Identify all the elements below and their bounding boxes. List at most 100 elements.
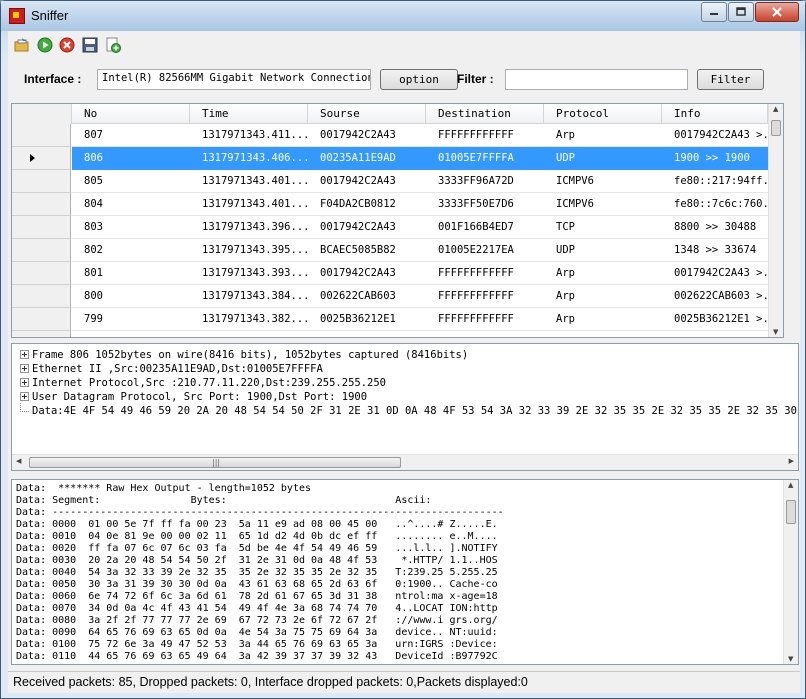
- col-header-protocol[interactable]: Protocol: [544, 104, 662, 124]
- cell-info: 8800 >> 30488: [674, 221, 757, 233]
- hex-line: Data: ----------------------------------…: [16, 507, 504, 518]
- cell-protocol: Arp: [556, 267, 575, 279]
- tree-node-ip[interactable]: Internet Protocol,Src :210.77.11.220,Dst…: [20, 376, 386, 390]
- scroll-down-icon[interactable]: ▼: [773, 328, 778, 336]
- table-row[interactable]: 806 1317971343.406... 00235A11E9AD 01005E7F…: [12, 147, 783, 170]
- tree-node-label: Internet Protocol,Src :210.77.11.220,Dst…: [32, 377, 387, 389]
- cell-info: 002622CAB603 >...: [674, 290, 768, 302]
- row-header[interactable]: [12, 147, 71, 170]
- scroll-left-icon[interactable]: ◀: [16, 457, 21, 465]
- cell-info: 0017942C2A43 >...: [674, 267, 768, 279]
- hex-line: Data: 0030 20 2a 20 48 54 54 50 2f 31 2e…: [16, 555, 498, 566]
- scroll-down-icon[interactable]: ▼: [788, 655, 793, 663]
- filter-button[interactable]: Filter: [697, 69, 764, 90]
- cell-protocol: Arp: [556, 313, 575, 325]
- scroll-thumb[interactable]: [786, 500, 796, 524]
- row-header[interactable]: [12, 239, 71, 262]
- hex-line: Data: Segment: Bytes: Ascii:: [16, 495, 432, 506]
- table-row[interactable]: 803 1317971343.396... 0017942C2A43 001F166B…: [12, 216, 783, 239]
- table-row[interactable]: 807 1317971343.411... 0017942C2A43 FFFFFFFF…: [12, 124, 783, 147]
- client-area: Interface : Intel(R) 82566MM Gigabit Net…: [8, 31, 800, 693]
- cell-time: 1317971343.396...: [202, 221, 310, 233]
- scroll-thumb[interactable]: [771, 120, 781, 136]
- col-header-time[interactable]: Time: [190, 104, 308, 124]
- scroll-right-icon[interactable]: ▶: [789, 457, 794, 465]
- scroll-up-icon[interactable]: ▲: [773, 105, 778, 113]
- interface-label: Interface :: [24, 72, 82, 86]
- table-row[interactable]: 801 1317971343.393... 0017942C2A43 FFFFFFFF…: [12, 262, 783, 285]
- tree-node-frame[interactable]: Frame 806 1052bytes on wire(8416 bits), …: [20, 348, 468, 362]
- cell-source: BCAEC5085B82: [320, 244, 396, 256]
- tree-node-udp[interactable]: User Datagram Protocol, Src Port: 1900,D…: [20, 390, 367, 404]
- close-button[interactable]: [755, 2, 799, 22]
- table-row[interactable]: 800 1317971343.384... 002622CAB603 FFFFFFFF…: [12, 285, 783, 308]
- grid-vertical-scrollbar[interactable]: ▲ ▼: [768, 104, 783, 337]
- table-row[interactable]: 805 1317971343.401... 0017942C2A43 3333FF96…: [12, 170, 783, 193]
- expand-icon[interactable]: [20, 378, 29, 387]
- toolbar: [8, 31, 800, 59]
- current-row-icon: [30, 154, 35, 162]
- cell-time: 1317971343.395...: [202, 244, 310, 256]
- status-bar: Received packets: 85, Dropped packets: 0…: [8, 671, 800, 693]
- row-header[interactable]: [12, 216, 71, 239]
- hex-line: Data: 0090 64 65 76 69 63 65 0d 0a 4e 54…: [16, 627, 498, 638]
- hex-output-pane[interactable]: ▲ ▼ Data: ******* Raw Hex Output - lengt…: [11, 479, 799, 665]
- tree-horizontal-scrollbar[interactable]: ◀ ||| ▶: [12, 454, 798, 470]
- cell-no: 805: [84, 175, 103, 187]
- cell-time: 1317971343.382...: [202, 313, 310, 325]
- scroll-up-icon[interactable]: ▲: [788, 481, 793, 489]
- col-header-source[interactable]: Sourse: [308, 104, 426, 124]
- col-header-info[interactable]: Info: [662, 104, 768, 124]
- table-row[interactable]: 799 1317971343.382... 0025B36212E1 FFFFFFFF…: [12, 308, 783, 331]
- start-icon: [37, 37, 53, 53]
- cell-destination: 3333FF96A72D: [438, 175, 514, 187]
- hex-line: Data: 0010 04 0e 81 9e 00 00 02 11 65 1d…: [16, 531, 498, 542]
- scroll-thumb[interactable]: |||: [29, 457, 401, 468]
- interface-field[interactable]: Intel(R) 82566MM Gigabit Network Connect…: [97, 69, 371, 90]
- cell-time: 1317971343.406...: [202, 152, 310, 164]
- cell-no: 801: [84, 267, 103, 279]
- row-header[interactable]: [12, 193, 71, 216]
- stop-button[interactable]: [59, 37, 75, 53]
- row-header[interactable]: [12, 124, 71, 147]
- col-header-no[interactable]: No: [72, 104, 190, 124]
- row-header[interactable]: [12, 262, 71, 285]
- cell-no: 807: [84, 129, 103, 141]
- hex-vertical-scrollbar[interactable]: ▲ ▼: [783, 480, 798, 664]
- cell-destination: FFFFFFFFFFFF: [438, 129, 514, 141]
- cell-destination: 001F166B4ED7: [438, 221, 514, 233]
- grid-header: No Time Sourse Destination Protocol Info: [12, 104, 783, 124]
- start-button[interactable]: [37, 37, 53, 53]
- expand-icon[interactable]: [20, 350, 29, 359]
- hex-line: Data: ******* Raw Hex Output - length=10…: [16, 483, 312, 494]
- table-row[interactable]: 804 1317971343.401... F04DA2CB0812 3333FF50…: [12, 193, 783, 216]
- filter-input[interactable]: [505, 69, 688, 90]
- table-row[interactable]: 802 1317971343.395... BCAEC5085B82 01005E22…: [12, 239, 783, 262]
- cell-protocol: UDP: [556, 152, 575, 164]
- cell-source: 0017942C2A43: [320, 129, 396, 141]
- open-button[interactable]: [14, 37, 30, 53]
- expand-icon[interactable]: [20, 364, 29, 373]
- expand-icon[interactable]: [20, 392, 29, 401]
- cell-info: 1348 >> 33674: [674, 244, 757, 256]
- add-button[interactable]: [105, 37, 121, 53]
- title-bar[interactable]: Sniffer: [1, 1, 805, 31]
- hex-line: Data: 0110 44 65 76 69 63 65 49 64 3a 42…: [16, 651, 498, 662]
- maximize-button[interactable]: [728, 2, 754, 22]
- cell-info: 0025B36212E1 >...: [674, 313, 768, 325]
- tree-node-ethernet[interactable]: Ethernet II ,Src:00235A11E9AD,Dst:01005E…: [20, 362, 323, 376]
- row-header[interactable]: [12, 285, 71, 308]
- cell-protocol: Arp: [556, 290, 575, 302]
- add-icon: [106, 37, 121, 53]
- tree-node-label: Ethernet II ,Src:00235A11E9AD,Dst:01005E…: [32, 363, 323, 375]
- tree-node-label: Frame 806 1052bytes on wire(8416 bits), …: [32, 349, 469, 361]
- option-button[interactable]: option: [380, 69, 458, 90]
- packet-details-tree: Frame 806 1052bytes on wire(8416 bits), …: [11, 343, 799, 471]
- row-header[interactable]: [12, 308, 71, 331]
- tree-node-data[interactable]: Data:4E 4F 54 49 46 59 20 2A 20 48 54 54…: [20, 403, 798, 418]
- cell-info: fe80::217:94ff...: [674, 175, 768, 187]
- col-header-destination[interactable]: Destination: [426, 104, 544, 124]
- row-header[interactable]: [12, 170, 71, 193]
- save-button[interactable]: [82, 37, 98, 53]
- minimize-button[interactable]: [701, 2, 727, 22]
